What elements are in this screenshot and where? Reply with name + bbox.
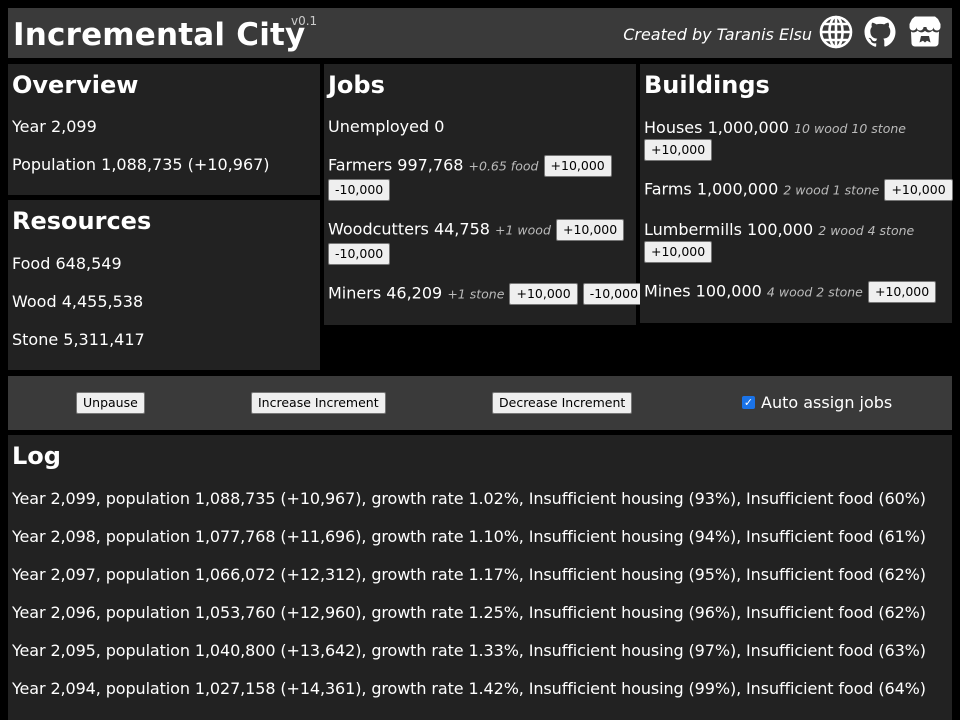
farmers-increase-button[interactable]: +10,000	[543, 155, 612, 177]
resources-title: Resources	[12, 207, 152, 235]
log-entry: Year 2,095, population 1,040,800 (+13,64…	[12, 641, 926, 660]
jobs-panel: Jobs Unemployed 0 Farmers 997,768 +0.65 …	[324, 64, 646, 325]
houses-build-button[interactable]: +10,000	[644, 139, 713, 161]
woodcutters-yield: +1 wood	[495, 222, 551, 238]
farms-cost: 2 wood 1 stone	[783, 182, 880, 198]
farms-label: Farms 1,000,000	[644, 179, 779, 199]
unpause-button[interactable]: Unpause	[76, 392, 145, 414]
population-text: Population 1,088,735 (+10,967)	[12, 155, 270, 174]
stone-text: Stone 5,311,417	[12, 330, 145, 349]
houses-label: Houses 1,000,000	[644, 118, 789, 137]
food-text: Food 648,549	[12, 254, 122, 273]
version-label: v0.1	[291, 14, 318, 28]
miners-row: Miners 46,209 +1 stone +10,000 -10,000	[328, 283, 646, 305]
mines-cost: 4 wood 2 stone	[766, 284, 863, 300]
farmers-label: Farmers 997,768	[328, 155, 464, 175]
woodcutters-increase-button[interactable]: +10,000	[555, 219, 625, 241]
auto-assign-label[interactable]: Auto assign jobs	[761, 393, 892, 412]
miners-yield: +1 stone	[447, 286, 505, 302]
header-bar: Incremental City v0.1 Created by Taranis…	[8, 8, 952, 58]
log-entry: Year 2,097, population 1,066,072 (+12,31…	[12, 565, 926, 584]
unemployed-text: Unemployed 0	[328, 117, 445, 136]
overview-title: Overview	[12, 71, 139, 99]
farmers-row: Farmers 997,768 +0.65 food +10,000	[328, 155, 612, 177]
miners-increase-button[interactable]: +10,000	[509, 283, 578, 305]
miners-decrease-button[interactable]: -10,000	[582, 283, 646, 305]
log-entry: Year 2,094, population 1,027,158 (+14,36…	[12, 679, 926, 698]
houses-row: Houses 1,000,000 10 wood 10 stone	[644, 118, 906, 139]
mines-label: Mines 100,000	[644, 281, 762, 301]
wood-text: Wood 4,455,538	[12, 292, 144, 311]
itch-io-icon[interactable]	[908, 15, 942, 49]
mines-build-button[interactable]: +10,000	[867, 281, 937, 303]
jobs-title: Jobs	[328, 71, 385, 99]
auto-assign-checkbox[interactable]: ✓	[742, 396, 755, 409]
log-panel: Log Year 2,099, population 1,088,735 (+1…	[8, 435, 952, 720]
auto-assign-control[interactable]: ✓ Auto assign jobs	[742, 393, 892, 412]
year-text: Year 2,099	[12, 117, 97, 136]
lumbermills-cost: 2 wood 4 stone	[818, 223, 915, 238]
credit-text: Created by Taranis Elsu	[623, 25, 812, 44]
resources-panel: Resources Food 648,549 Wood 4,455,538 St…	[8, 200, 320, 370]
lumbermills-label: Lumbermills 100,000	[644, 220, 814, 239]
woodcutters-label: Woodcutters 44,758	[328, 219, 490, 239]
lumbermills-row: Lumbermills 100,000 2 wood 4 stone	[644, 220, 914, 241]
farms-build-button[interactable]: +10,000	[884, 179, 953, 201]
farms-row: Farms 1,000,000 2 wood 1 stone +10,000	[644, 179, 953, 201]
github-icon[interactable]	[863, 15, 897, 49]
woodcutters-row: Woodcutters 44,758 +1 wood +10,000	[328, 219, 625, 241]
farmers-yield: +0.65 food	[468, 158, 539, 174]
log-entry: Year 2,099, population 1,088,735 (+10,96…	[12, 489, 926, 508]
buildings-panel: Buildings Houses 1,000,000 10 wood 10 st…	[640, 64, 953, 323]
log-entry: Year 2,098, population 1,077,768 (+11,69…	[12, 527, 926, 546]
log-title: Log	[12, 442, 61, 470]
miners-label: Miners 46,209	[328, 283, 443, 303]
lumbermills-build-button[interactable]: +10,000	[644, 241, 713, 263]
increase-increment-button[interactable]: Increase Increment	[251, 392, 386, 414]
controls-bar: Unpause Increase Increment Decrease Incr…	[8, 376, 952, 430]
app-title: Incremental City	[13, 17, 306, 53]
overview-panel: Overview Year 2,099 Population 1,088,735…	[8, 64, 320, 195]
farmers-decrease-button[interactable]: -10,000	[328, 179, 391, 201]
log-entry: Year 2,096, population 1,053,760 (+12,96…	[12, 603, 926, 622]
mines-row: Mines 100,000 4 wood 2 stone +10,000	[644, 281, 937, 303]
woodcutters-decrease-button[interactable]: -10,000	[328, 243, 391, 265]
houses-cost: 10 wood 10 stone	[794, 121, 906, 136]
globe-icon[interactable]	[819, 15, 853, 49]
decrease-increment-button[interactable]: Decrease Increment	[492, 392, 633, 414]
buildings-title: Buildings	[644, 71, 770, 99]
